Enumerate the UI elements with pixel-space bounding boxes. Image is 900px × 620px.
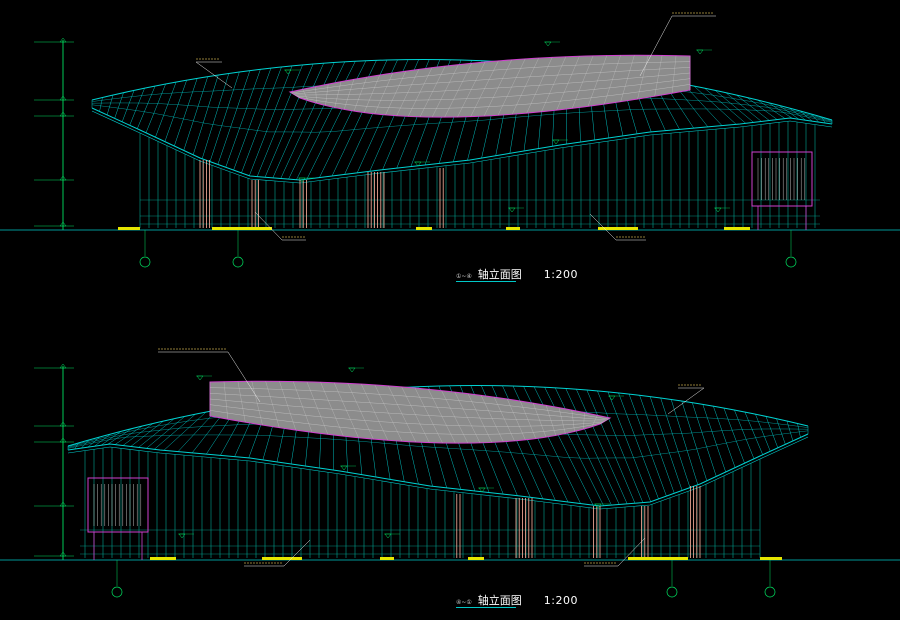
drawing-scale: 1:200 [543, 268, 578, 281]
axis-range-tag: ④~① [456, 599, 472, 606]
drawing-name: 轴立面图 [477, 594, 522, 607]
cad-drawing-canvas [0, 0, 900, 620]
base-pad [760, 557, 782, 560]
drawing-name: 轴立面图 [477, 268, 522, 281]
base-pad [468, 557, 484, 560]
base-pad [506, 227, 520, 230]
elevation-title-upper: ①~④ 轴立面图 1:200 [456, 266, 578, 282]
base-pad [380, 557, 394, 560]
title-underline [456, 607, 516, 608]
base-pad [416, 227, 432, 230]
axis-range-tag: ①~④ [456, 273, 472, 280]
base-pad [118, 227, 140, 230]
drawing-scale: 1:200 [543, 594, 578, 607]
base-pad [150, 557, 176, 560]
base-pad [724, 227, 750, 230]
title-underline [456, 281, 516, 282]
base-pad [212, 227, 272, 230]
base-pad [598, 227, 638, 230]
base-pad [262, 557, 302, 560]
base-pad [628, 557, 688, 560]
elevation-title-lower: ④~① 轴立面图 1:200 [456, 592, 578, 608]
